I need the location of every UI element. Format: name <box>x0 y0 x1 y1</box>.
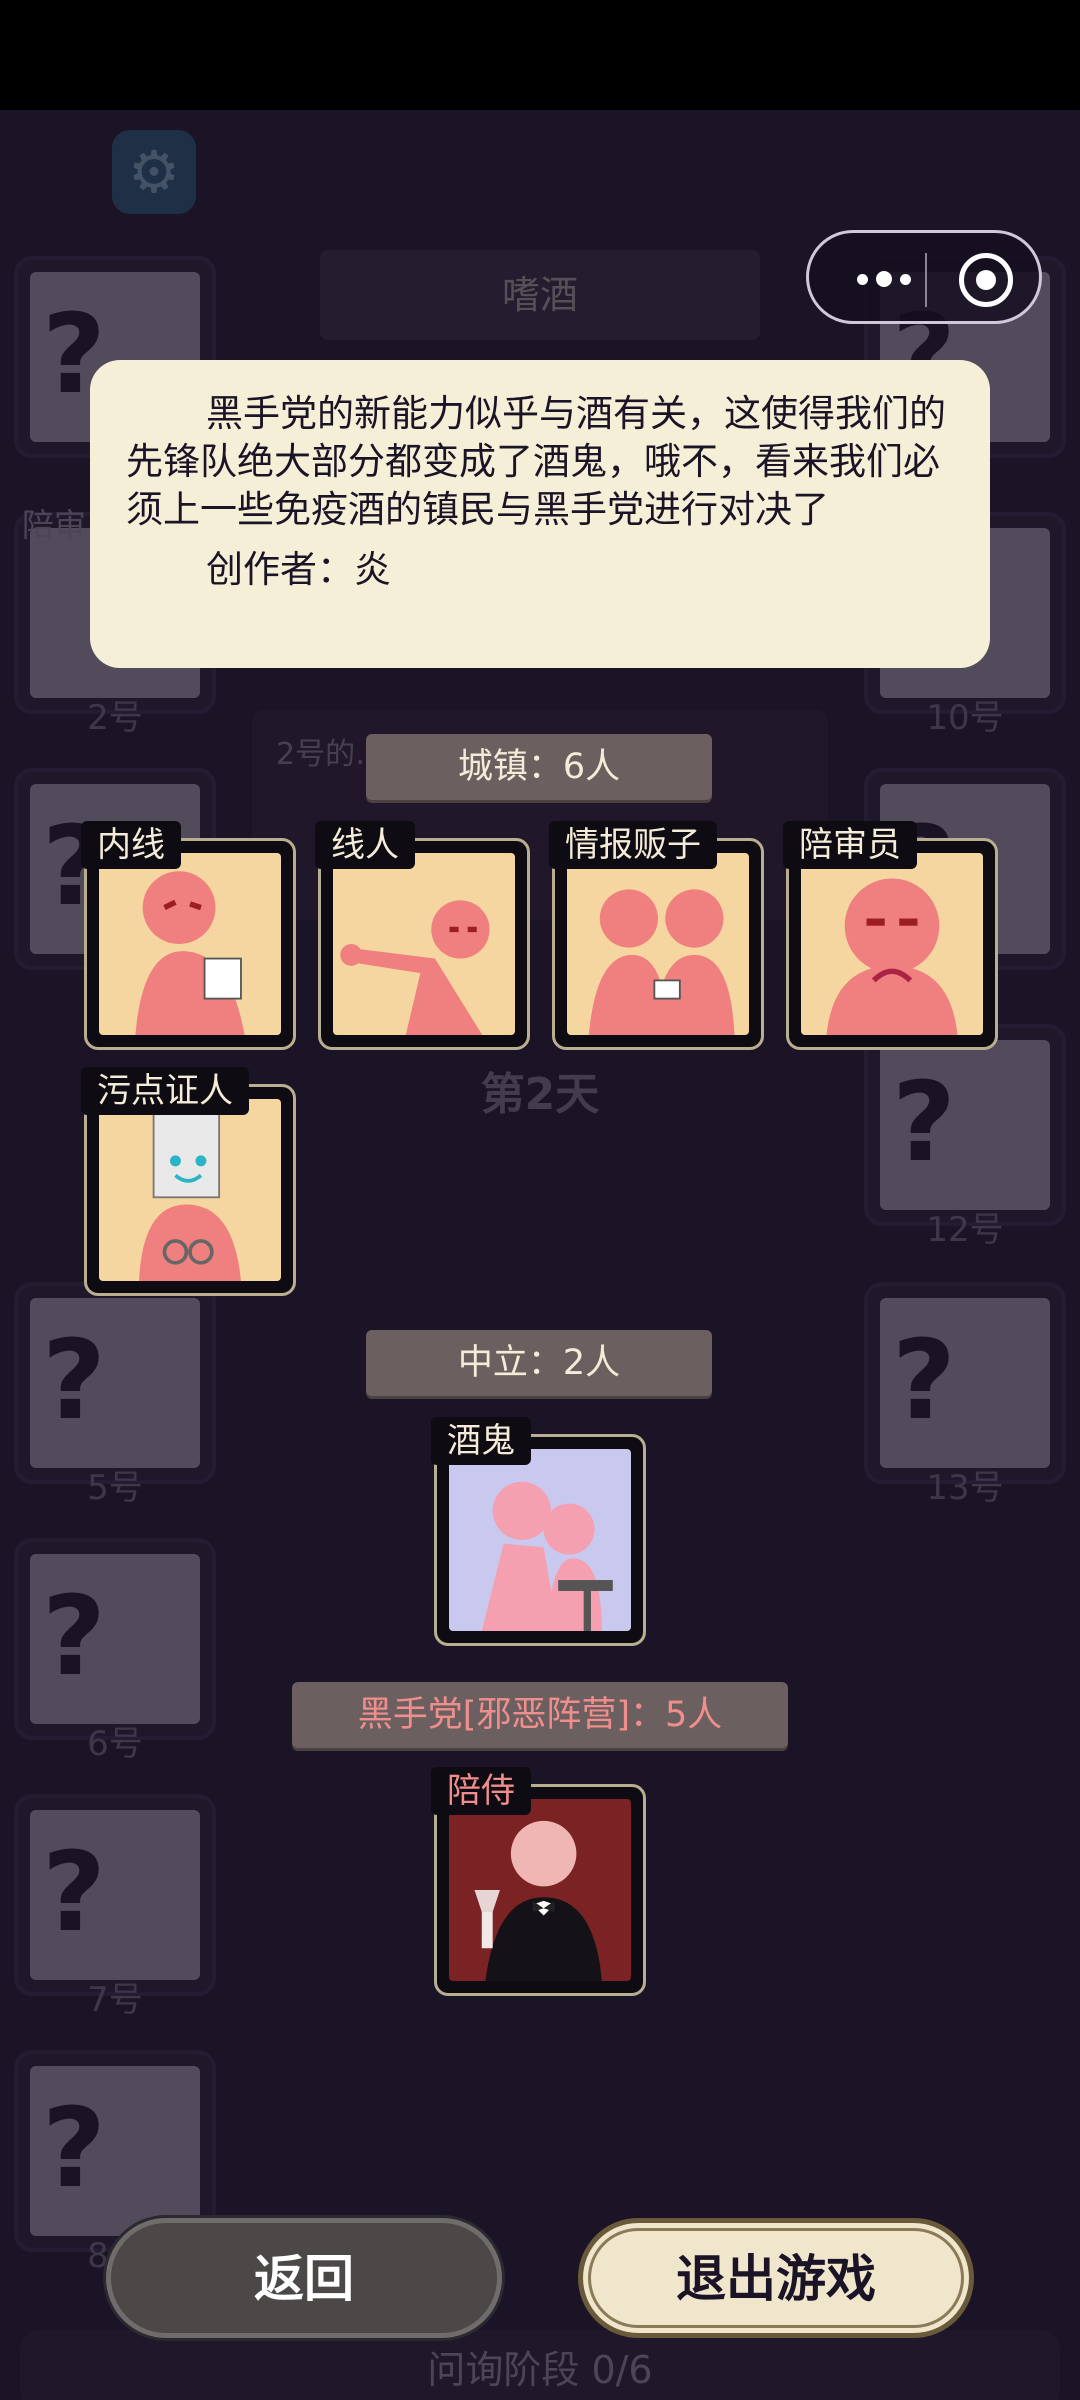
role-label: 污点证人 <box>81 1067 249 1115</box>
role-card-insider[interactable]: 内线 <box>81 821 296 1050</box>
day-label: 第2天 <box>480 1069 600 1120</box>
town-section-banner: 城镇：6人 <box>366 734 712 800</box>
partial-seat-label: 陪审 <box>22 506 87 544</box>
seat-number: 5号 <box>87 1468 143 1508</box>
role-card-informant[interactable]: 线人 <box>315 821 530 1050</box>
more-icon[interactable] <box>839 261 929 297</box>
role-art <box>567 853 749 1035</box>
mode-description-text: 黑手党的新能力似乎与酒有关，这使得我们的先锋队绝大部分都变成了酒鬼，哦不，看来我… <box>126 392 946 531</box>
role-art <box>333 853 515 1035</box>
capsule-menu <box>806 230 1042 324</box>
mafia-section-banner: 黑手党[邪恶阵营]：5人 <box>292 1682 788 1748</box>
exit-game-button[interactable]: 退出游戏 <box>578 2218 974 2338</box>
author-credit: 创作者：炎 <box>206 548 391 591</box>
role-label: 线人 <box>315 821 415 869</box>
seat-card[interactable]: ? <box>14 1538 216 1740</box>
mode-description-panel: 黑手党的新能力似乎与酒有关，这使得我们的先锋队绝大部分都变成了酒鬼，哦不，看来我… <box>90 360 990 668</box>
game-title: 嗜酒 <box>320 250 760 340</box>
role-card-escort[interactable]: 陪侍 <box>431 1767 646 1996</box>
role-label: 陪侍 <box>431 1767 531 1815</box>
seat-number: 10号 <box>926 698 1004 738</box>
role-label: 酒鬼 <box>431 1417 531 1465</box>
role-art <box>99 1099 281 1281</box>
role-label: 内线 <box>81 821 181 869</box>
seat-number: 2号 <box>87 698 143 738</box>
phase-label: 问询阶段 0/6 <box>20 2330 1060 2400</box>
role-card-juror[interactable]: 陪审员 <box>783 821 998 1050</box>
seat-number: 7号 <box>87 1980 143 2020</box>
seat-number: 12号 <box>926 1210 1004 1250</box>
role-card-tainted-witness[interactable]: 污点证人 <box>81 1067 296 1296</box>
seat-number: 6号 <box>87 1724 143 1764</box>
role-card-info-broker[interactable]: 情报贩子 <box>549 821 764 1050</box>
role-art <box>99 853 281 1035</box>
seat-card[interactable]: ? <box>864 1024 1066 1226</box>
seat-card[interactable]: ? <box>864 1282 1066 1484</box>
role-art <box>449 1449 631 1631</box>
role-label: 陪审员 <box>783 821 917 869</box>
neutral-section-banner: 中立：2人 <box>366 1330 712 1396</box>
back-button[interactable]: 返回 <box>106 2218 502 2338</box>
role-card-drunkard[interactable]: 酒鬼 <box>431 1417 646 1646</box>
seat-card[interactable]: ? <box>14 1794 216 1996</box>
capsule-divider <box>925 253 927 307</box>
role-label: 情报贩子 <box>549 821 717 869</box>
seat-card[interactable]: ? <box>14 1282 216 1484</box>
close-target-icon[interactable] <box>959 253 1013 307</box>
seat-number: 13号 <box>926 1468 1004 1508</box>
role-art <box>449 1799 631 1981</box>
role-art <box>801 853 983 1035</box>
